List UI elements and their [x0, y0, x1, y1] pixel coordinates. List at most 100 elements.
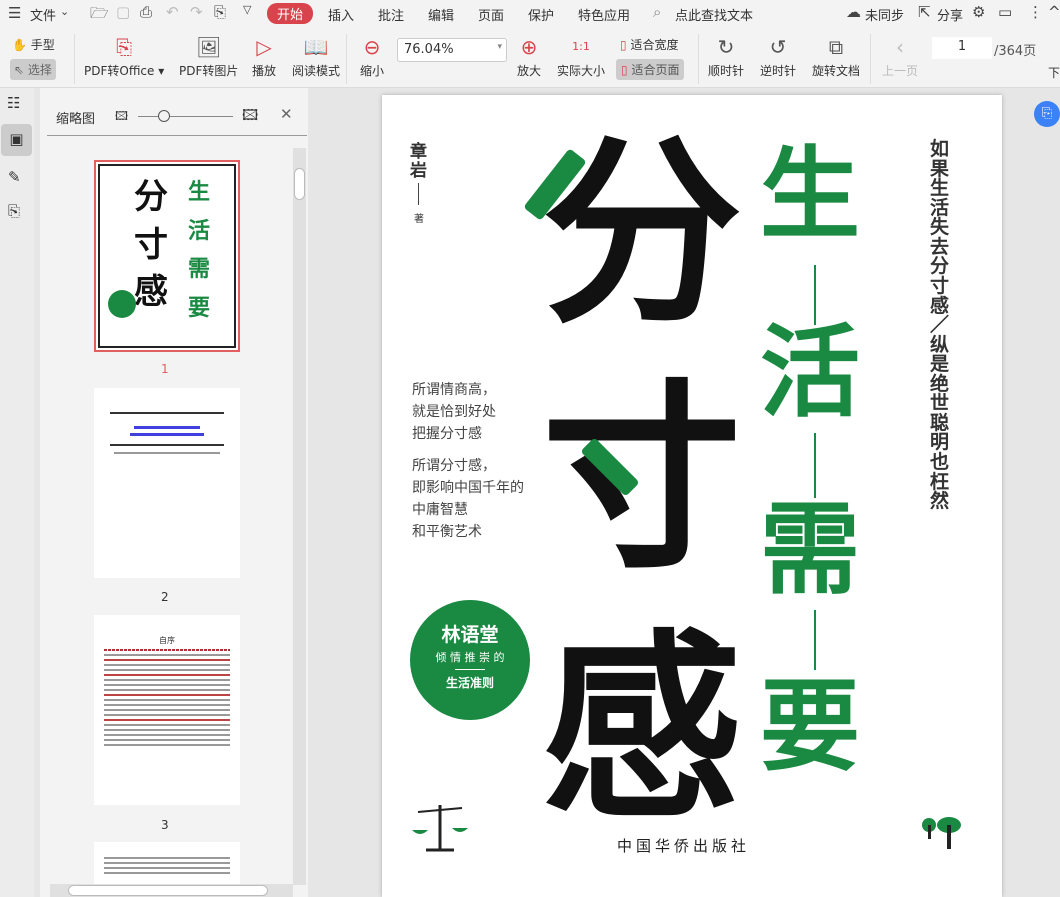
label: PDF转图片 — [179, 64, 239, 78]
label: 适合宽度 — [630, 38, 679, 52]
fit-width-button[interactable]: ▯ 适合宽度 — [620, 36, 678, 53]
feedback-icon[interactable]: ▭ — [998, 3, 1012, 21]
export-icon[interactable]: ⎘ — [214, 3, 226, 21]
hand-icon: ✋ — [12, 38, 27, 52]
select-label: 选择 — [27, 63, 52, 77]
thumbnail-page-1[interactable]: 分寸感 生活需要 — [94, 160, 240, 352]
close-icon[interactable]: ✕ — [280, 105, 293, 123]
label: 缩小 — [360, 64, 385, 78]
share-icon: ⇱ — [918, 3, 931, 21]
big-char-2: 寸 — [542, 363, 743, 596]
sync-status[interactable]: 未同步 — [865, 5, 904, 24]
convert-icon[interactable]: ⎘ — [8, 202, 20, 220]
rotate-document-button[interactable]: ⧉ 旋转文档 — [812, 32, 860, 79]
fit-width-icon: ▯ — [620, 38, 627, 52]
green-char-2: 活 — [760, 314, 860, 431]
collapse-icon[interactable]: ^ — [1048, 3, 1060, 21]
toolbar: ✋ 手型 ⇖ 选择 ⎘ PDF转Office ▾ 🖼 PDF转图片 ▷ 播放 📖 阅读模… — [0, 28, 1060, 88]
thumbnail-page-3[interactable]: 自序 — [94, 615, 240, 805]
annotation-pen-icon[interactable]: ✎ — [8, 168, 21, 186]
hscroll-thumb[interactable] — [68, 885, 268, 896]
label: 顺时针 — [708, 64, 745, 78]
label: 适合页面 — [631, 63, 680, 77]
play-button[interactable]: ▷ 播放 — [252, 32, 276, 79]
page-number-input[interactable]: 1 — [932, 37, 992, 59]
divider — [47, 135, 307, 136]
label: 上一页 — [882, 64, 919, 78]
next-page-button[interactable]: 下 — [1048, 64, 1060, 81]
outline-icon[interactable]: ☷ — [7, 94, 20, 112]
actual-size-icon: 1:1 — [572, 40, 590, 53]
author: 章岩 — [410, 142, 427, 181]
hand-tool[interactable]: ✋ 手型 — [12, 36, 55, 53]
open-icon[interactable]: 🗁 — [90, 3, 109, 28]
share-button[interactable]: 分享 — [937, 5, 963, 24]
more-icon[interactable]: ⋮ — [1028, 3, 1043, 21]
pdf-to-office-button[interactable]: ⎘ PDF转Office ▾ — [84, 32, 164, 79]
save-icon[interactable]: ▢ — [116, 3, 130, 21]
book-icon: 📖 — [303, 35, 329, 59]
author-line — [418, 183, 419, 205]
author-suffix: 著 — [414, 214, 424, 225]
label: 放大 — [517, 64, 542, 78]
scrollbar-thumb[interactable] — [294, 168, 305, 200]
page-label-1: 1 — [161, 362, 169, 376]
divider-line — [814, 610, 816, 670]
tab-insert[interactable]: 插入 — [328, 5, 354, 24]
thumbnail-page-4[interactable] — [94, 842, 240, 884]
zoom-in-icon: ⊕ — [520, 35, 538, 59]
hamburger-icon[interactable]: ☰ — [8, 4, 21, 22]
trees-icon — [922, 817, 961, 849]
print-icon[interactable]: ⎙ — [140, 3, 152, 21]
pdf-to-image-button[interactable]: 🖼 PDF转图片 — [179, 32, 238, 79]
actual-size-button[interactable]: 1:1 实际大小 — [557, 32, 605, 79]
chevron-left-icon: ‹ — [896, 35, 904, 59]
tab-edit[interactable]: 编辑 — [428, 5, 454, 24]
green-char-1: 生 — [760, 136, 860, 253]
page3-heading: 自序 — [159, 636, 175, 645]
redo-icon[interactable]: ↷ — [190, 3, 203, 21]
tab-special[interactable]: 特色应用 — [578, 5, 630, 24]
zoom-out-icon: ⊖ — [363, 35, 381, 59]
small-image-icon[interactable]: 🖾 — [115, 107, 128, 128]
tab-start[interactable]: 开始 — [267, 3, 314, 24]
read-mode-button[interactable]: 📖 阅读模式 — [292, 32, 340, 79]
horizontal-scrollbar[interactable] — [50, 884, 293, 897]
hand-label: 手型 — [30, 38, 55, 52]
thumbnail-size-slider[interactable] — [138, 116, 233, 117]
zoom-in-button[interactable]: ⊕ 放大 — [517, 32, 541, 79]
green-char-4: 要 — [760, 668, 860, 785]
undo-icon[interactable]: ↶ — [166, 3, 179, 21]
label: 逆时针 — [760, 64, 797, 78]
select-tool[interactable]: ⇖ 选择 — [10, 59, 56, 80]
slider-handle[interactable] — [158, 110, 170, 122]
vertical-scrollbar[interactable] — [293, 148, 306, 885]
rotate-doc-icon: ⧉ — [828, 35, 844, 59]
rotate-ccw-icon: ↺ — [769, 35, 787, 59]
file-menu[interactable]: 文件 — [30, 5, 56, 24]
large-image-icon[interactable]: 🖾 — [242, 105, 258, 130]
tab-protect[interactable]: 保护 — [528, 5, 554, 24]
gear-icon[interactable]: ⚙ — [972, 3, 985, 21]
rotate-clockwise-button[interactable]: ↻ 顺时针 — [708, 32, 744, 79]
green-char-3: 需 — [760, 491, 860, 608]
cloud-icon: ☁ — [846, 3, 861, 21]
side-slogan: 如果生活失去分寸感／纵是绝世聪明也枉然 — [930, 138, 950, 513]
zoom-select[interactable]: 76.04% ▾ — [397, 38, 507, 62]
page-total: /364页 — [994, 44, 1037, 59]
search-input[interactable]: 点此查找文本 — [675, 5, 753, 24]
thumbnail-page-2[interactable] — [94, 388, 240, 578]
zoom-out-button[interactable]: ⊖ 缩小 — [360, 32, 384, 79]
prev-page-button[interactable]: ‹ 上一页 — [882, 32, 918, 79]
chevron-down-icon[interactable]: ⌄ — [60, 5, 69, 18]
tab-annotate[interactable]: 批注 — [378, 5, 404, 24]
tab-page[interactable]: 页面 — [478, 5, 504, 24]
thumbnail-icon[interactable]: ▣ — [1, 124, 32, 156]
more-dropdown-icon[interactable]: ▽ — [243, 3, 251, 16]
label: PDF转Office — [84, 64, 155, 78]
floating-convert-button[interactable]: ⎘ — [1034, 101, 1060, 127]
rotate-cw-icon: ↻ — [717, 35, 735, 59]
fit-page-button[interactable]: ▯ 适合页面 — [616, 59, 685, 80]
zoom-value: 76.04% — [404, 42, 454, 57]
rotate-counterclockwise-button[interactable]: ↺ 逆时针 — [760, 32, 796, 79]
